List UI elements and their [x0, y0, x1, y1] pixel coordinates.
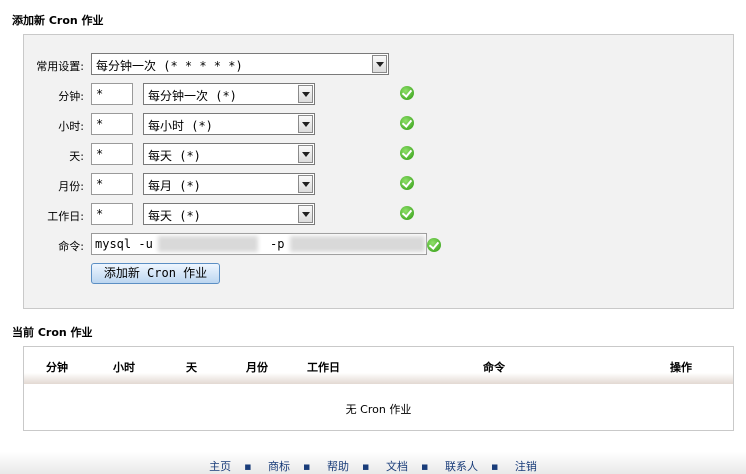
redacted-username — [158, 236, 258, 252]
current-cron-title: 当前 Cron 作业 — [12, 326, 93, 339]
hour-input[interactable]: * — [91, 113, 133, 135]
footer-link-trademarks[interactable]: 商标 — [268, 460, 290, 473]
chevron-down-icon[interactable] — [298, 115, 313, 133]
day-select-value: 每天 (*) — [148, 149, 201, 163]
day-input[interactable]: * — [91, 143, 133, 165]
footer-link-help[interactable]: 帮助 — [327, 460, 349, 473]
month-label: 月份: — [58, 180, 84, 193]
column-month[interactable]: 月份 — [246, 359, 268, 375]
chevron-down-icon[interactable] — [372, 55, 387, 73]
column-hour[interactable]: 小时 — [113, 359, 135, 375]
check-circle-icon — [400, 146, 414, 160]
add-cron-title: 添加新 Cron 作业 — [12, 14, 104, 27]
redacted-password — [290, 236, 425, 252]
minute-select-value: 每分钟一次 (*) — [148, 89, 237, 103]
footer-link-home[interactable]: 主页 — [209, 460, 231, 473]
common-settings-label: 常用设置: — [36, 60, 84, 73]
common-settings-select[interactable]: 每分钟一次 (* * * * *) — [91, 53, 389, 75]
column-minute[interactable]: 分钟 — [46, 359, 68, 375]
footer-links: 主页 ▪ 商标 ▪ 帮助 ▪ 文档 ▪ 联系人 ▪ 注销 — [0, 458, 746, 474]
minute-select[interactable]: 每分钟一次 (*) — [143, 83, 315, 105]
check-circle-icon — [400, 176, 414, 190]
column-weekday[interactable]: 工作日 — [307, 359, 340, 375]
minute-label: 分钟: — [58, 90, 84, 103]
month-input[interactable]: * — [91, 173, 133, 195]
separator: ▪ — [303, 460, 311, 473]
command-label: 命令: — [58, 240, 84, 253]
command-text-start: mysql -u — [95, 237, 153, 251]
footer-link-logout[interactable]: 注销 — [515, 460, 537, 473]
empty-message: 无 Cron 作业 — [345, 403, 412, 416]
month-select-value: 每月 (*) — [148, 179, 201, 193]
footer-link-docs[interactable]: 文档 — [386, 460, 408, 473]
month-select[interactable]: 每月 (*) — [143, 173, 315, 195]
weekday-input[interactable]: * — [91, 203, 133, 225]
command-text-mid: -p — [270, 237, 285, 251]
minute-input[interactable]: * — [91, 83, 133, 105]
footer-link-contact[interactable]: 联系人 — [445, 460, 478, 473]
day-select[interactable]: 每天 (*) — [143, 143, 315, 165]
cron-table: 分钟 小时 天 月份 工作日 命令 操作 无 Cron 作业 — [23, 346, 734, 431]
separator: ▪ — [362, 460, 370, 473]
day-label: 天: — [69, 150, 84, 163]
add-cron-button[interactable]: 添加新 Cron 作业 — [91, 263, 220, 284]
separator: ▪ — [244, 460, 252, 473]
column-command[interactable]: 命令 — [483, 359, 505, 375]
check-circle-icon — [427, 238, 441, 252]
column-day[interactable]: 天 — [186, 359, 197, 375]
table-header: 分钟 小时 天 月份 工作日 命令 操作 — [24, 347, 733, 384]
chevron-down-icon[interactable] — [298, 145, 313, 163]
separator: ▪ — [490, 460, 499, 473]
common-settings-value: 每分钟一次 (* * * * *) — [96, 59, 243, 73]
hour-label: 小时: — [58, 120, 84, 133]
hour-select[interactable]: 每小时 (*) — [143, 113, 315, 135]
weekday-select-value: 每天 (*) — [148, 209, 201, 223]
hour-select-value: 每小时 (*) — [148, 119, 213, 133]
weekday-label: 工作日: — [47, 210, 84, 223]
separator: ▪ — [420, 460, 429, 473]
check-circle-icon — [400, 116, 414, 130]
check-circle-icon — [400, 206, 414, 220]
chevron-down-icon[interactable] — [298, 85, 313, 103]
chevron-down-icon[interactable] — [298, 205, 313, 223]
check-circle-icon — [400, 86, 414, 100]
column-actions: 操作 — [670, 361, 692, 374]
weekday-select[interactable]: 每天 (*) — [143, 203, 315, 225]
chevron-down-icon[interactable] — [298, 175, 313, 193]
